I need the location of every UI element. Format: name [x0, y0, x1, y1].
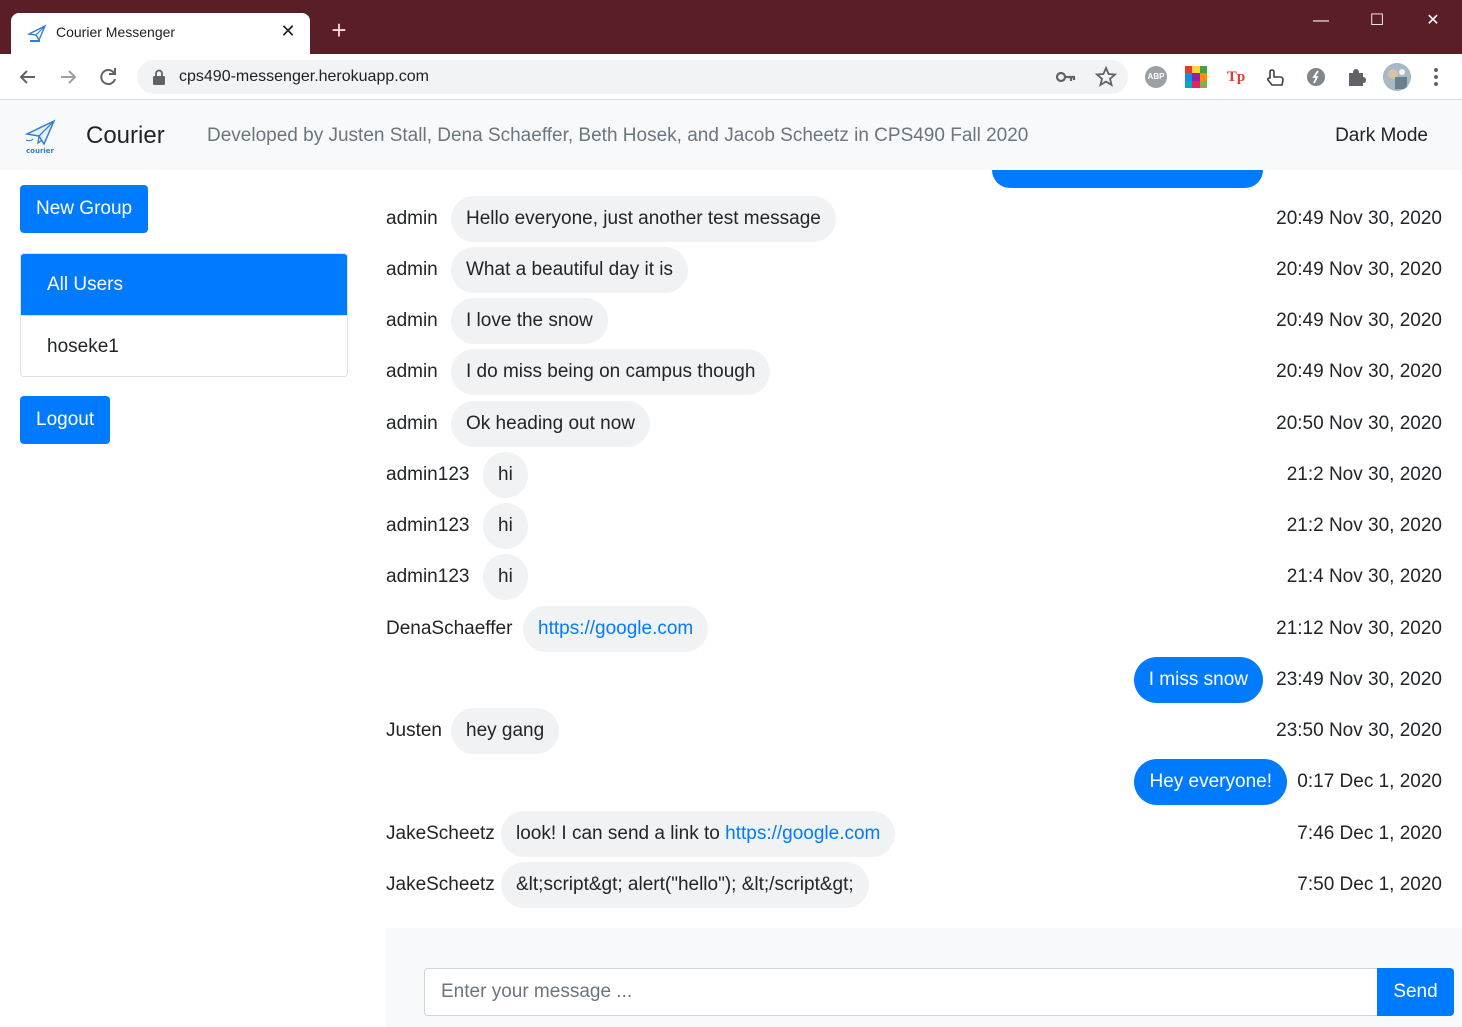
message-sender: admin [386, 361, 438, 382]
message-input[interactable] [424, 968, 1378, 1016]
send-button[interactable]: Send [1377, 968, 1454, 1016]
message-link[interactable]: https://google.com [725, 823, 880, 844]
browser-tab[interactable]: Courier Messenger ✕ [11, 13, 310, 54]
message-timestamp: 23:49 Nov 30, 2020 [1276, 669, 1442, 690]
message-bubble: I love the snow [451, 298, 608, 344]
message-bubble: hi [483, 554, 528, 600]
message-bubble: look! I can send a link to https://googl… [501, 811, 896, 857]
message-list: admin Hello everyone, just another test … [386, 170, 1462, 927]
maximize-icon[interactable]: ☐ [1354, 8, 1400, 34]
message-sender: JakeScheetz [386, 874, 495, 895]
message-bubble-partial [992, 170, 1263, 188]
brand-name[interactable]: Courier [86, 122, 165, 150]
message-timestamp: 0:17 Dec 1, 2020 [1297, 771, 1442, 792]
message-timestamp: 20:49 Nov 30, 2020 [1276, 310, 1442, 331]
message-sender: Justen [386, 720, 442, 741]
hand-cursor-icon[interactable] [1265, 66, 1287, 88]
message-timestamp: 7:46 Dec 1, 2020 [1297, 823, 1442, 844]
url-text: cps490-messenger.herokuapp.com [179, 68, 429, 85]
courier-favicon-icon [27, 24, 47, 42]
courier-logo[interactable]: courier [24, 116, 58, 155]
message-sender: admin [386, 413, 438, 434]
own-message-bubble: I miss snow [1133, 657, 1263, 703]
own-message-bubble: Hey everyone! [1134, 759, 1287, 805]
profile-avatar[interactable] [1383, 63, 1411, 91]
back-icon[interactable] [13, 62, 43, 92]
message-bubble: What a beautiful day it is [451, 247, 688, 293]
tab-close-icon[interactable]: ✕ [278, 21, 298, 42]
message-timestamp: 21:4 Nov 30, 2020 [1286, 566, 1442, 587]
message-link[interactable]: https://google.com [538, 618, 693, 639]
message-row: admin I do miss being on campus though 2… [386, 349, 1442, 395]
message-row: admin I love the snow 20:49 Nov 30, 2020 [386, 298, 1442, 344]
eye-extension-icon[interactable] [1305, 66, 1327, 88]
message-timestamp: 20:49 Nov 30, 2020 [1276, 208, 1442, 229]
message-row: Justen hey gang 23:50 Nov 30, 2020 [386, 708, 1442, 754]
message-bubble: hi [483, 503, 528, 549]
message-bubble: Ok heading out now [451, 401, 651, 447]
reload-icon[interactable] [93, 62, 123, 92]
message-row: JakeScheetz &lt;script&gt; alert("hello"… [386, 862, 1442, 908]
dark-mode-toggle[interactable]: Dark Mode [1335, 125, 1428, 147]
extensions-puzzle-icon[interactable] [1345, 66, 1367, 88]
adblock-plus-icon[interactable]: ABP [1145, 66, 1167, 88]
message-row: admin Ok heading out now 20:50 Nov 30, 2… [386, 401, 1442, 447]
message-sender: admin [386, 208, 438, 229]
new-group-button[interactable]: New Group [20, 185, 149, 233]
message-row-own: Hey everyone! 0:17 Dec 1, 2020 [386, 759, 1442, 805]
message-row: admin Hello everyone, just another test … [386, 196, 1442, 242]
message-bubble: Hello everyone, just another test messag… [451, 196, 836, 242]
message-row: JakeScheetz look! I can send a link to h… [386, 811, 1442, 857]
group-item-hoseke1[interactable]: hoseke1 [21, 315, 347, 376]
message-timestamp: 21:12 Nov 30, 2020 [1276, 618, 1442, 639]
message-row: admin123 hi 21:2 Nov 30, 2020 [386, 503, 1442, 549]
message-text: look! I can send a link to [516, 823, 726, 844]
message-composer: Send [386, 928, 1462, 1027]
message-timestamp: 21:2 Nov 30, 2020 [1286, 464, 1442, 485]
message-timestamp: 20:49 Nov 30, 2020 [1276, 361, 1442, 382]
key-icon[interactable] [1054, 65, 1078, 89]
message-timestamp: 21:2 Nov 30, 2020 [1286, 515, 1442, 536]
message-bubble: hi [483, 452, 528, 498]
message-row: DenaSchaeffer https://google.com 21:12 N… [386, 606, 1442, 652]
close-window-icon[interactable]: ✕ [1410, 8, 1456, 34]
message-timestamp: 20:50 Nov 30, 2020 [1276, 413, 1442, 434]
forward-icon[interactable] [53, 62, 83, 92]
browser-toolbar: cps490-messenger.herokuapp.com ABP Tp [0, 54, 1462, 100]
message-bubble: hey gang [451, 708, 560, 754]
message-sender: JakeScheetz [386, 823, 495, 844]
message-timestamp: 23:50 Nov 30, 2020 [1276, 720, 1442, 741]
message-sender: admin123 [386, 464, 470, 485]
message-sender: admin123 [386, 515, 470, 536]
message-row: admin What a beautiful day it is 20:49 N… [386, 247, 1442, 293]
tp-icon[interactable]: Tp [1225, 66, 1247, 88]
color-grid-icon[interactable] [1185, 66, 1207, 88]
message-sender: admin123 [386, 566, 470, 587]
logout-button[interactable]: Logout [20, 396, 111, 444]
message-sender: DenaSchaeffer [386, 618, 513, 639]
message-timestamp: 7:50 Dec 1, 2020 [1297, 874, 1442, 895]
group-item-all-users[interactable]: All Users [21, 254, 347, 315]
message-bubble: https://google.com [523, 606, 709, 652]
message-sender: admin [386, 310, 438, 331]
message-row: admin123 hi 21:2 Nov 30, 2020 [386, 452, 1442, 498]
app-navbar: courier Courier Developed by Justen Stal… [0, 100, 1462, 170]
group-list: All Users hoseke1 [20, 253, 348, 377]
developers-credit: Developed by Justen Stall, Dena Schaeffe… [207, 125, 1029, 146]
message-bubble: I do miss being on campus though [451, 349, 771, 395]
browser-titlebar: Courier Messenger ✕ + — ☐ ✕ [0, 0, 1462, 54]
message-sender: admin [386, 259, 438, 280]
tab-title: Courier Messenger [56, 24, 176, 40]
message-row: admin123 hi 21:4 Nov 30, 2020 [386, 554, 1442, 600]
address-bar[interactable]: cps490-messenger.herokuapp.com [137, 60, 1128, 94]
message-timestamp: 20:49 Nov 30, 2020 [1276, 259, 1442, 280]
bookmark-star-icon[interactable] [1094, 65, 1118, 89]
lock-icon [153, 69, 165, 85]
message-row-own: I miss snow 23:49 Nov 30, 2020 [386, 657, 1442, 703]
new-tab-icon[interactable]: + [326, 17, 352, 43]
minimize-icon[interactable]: — [1298, 8, 1344, 34]
message-bubble: &lt;script&gt; alert("hello"); &lt;/scri… [501, 862, 869, 908]
svg-text:courier: courier [26, 147, 55, 154]
browser-menu-icon[interactable] [1426, 64, 1446, 90]
